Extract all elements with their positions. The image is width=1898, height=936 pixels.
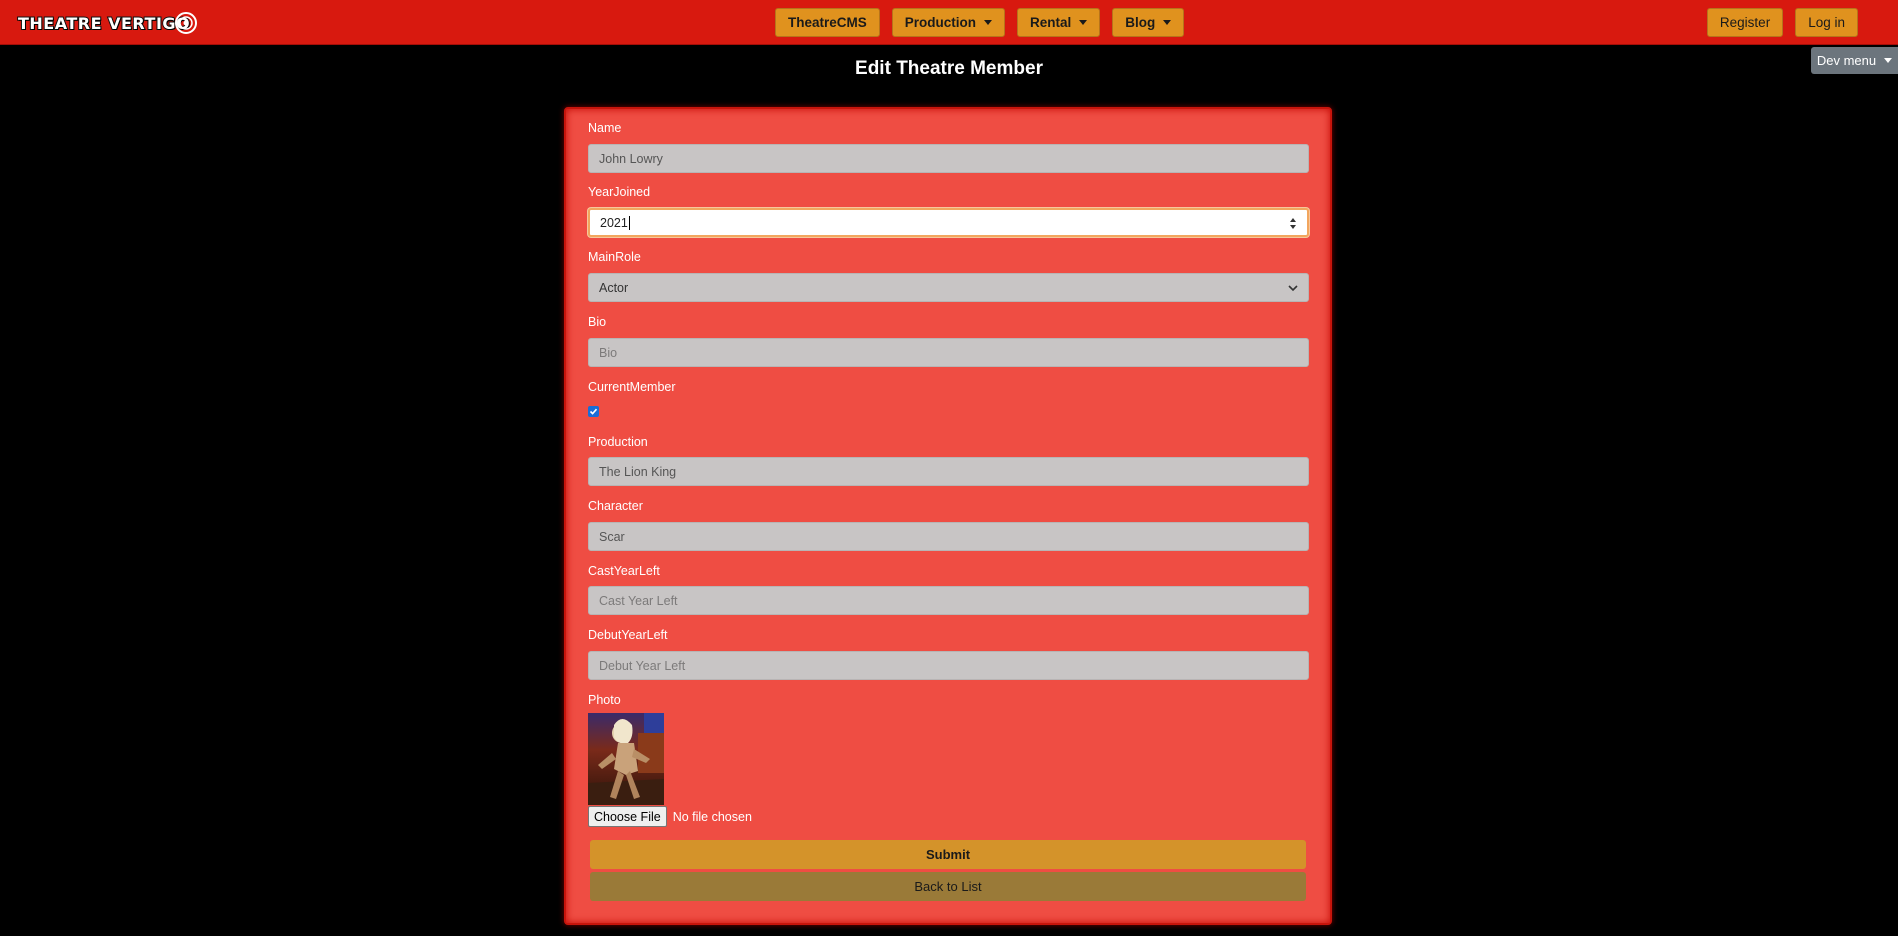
photo-file-picker: Choose File No file chosen <box>588 806 752 827</box>
text-caret <box>628 215 630 230</box>
current-member-checkbox[interactable] <box>588 406 599 417</box>
character-value: Scar <box>599 529 625 544</box>
member-photo-image <box>588 713 664 805</box>
nav-blog-label: Blog <box>1125 15 1156 30</box>
member-photo <box>588 713 664 805</box>
current-member-label: CurrentMember <box>588 380 676 394</box>
bio-input[interactable]: Bio <box>588 338 1309 367</box>
site-logo[interactable]: THEATRE VERTIGO <box>17 9 198 37</box>
number-spinner-icon[interactable] <box>1289 216 1297 231</box>
photo-label: Photo <box>588 693 621 707</box>
nav-production-label: Production <box>904 15 977 30</box>
nav-theatrecms-label: TheatreCMS <box>788 15 867 30</box>
edit-member-form: Name John Lowry YearJoined 2021 MainRole… <box>564 107 1332 925</box>
year-joined-label: YearJoined <box>588 185 651 199</box>
cast-year-left-placeholder: Cast Year Left <box>599 593 678 608</box>
caret-down-icon <box>1079 20 1088 25</box>
production-value: The Lion King <box>599 464 677 479</box>
logo-swirl-icon <box>175 12 198 34</box>
nav-blog-dropdown[interactable]: Blog <box>1112 8 1185 37</box>
logo-text: THEATRE VERTIGO <box>17 13 191 34</box>
no-file-text: No file chosen <box>672 809 752 824</box>
character-label: Character <box>588 499 643 513</box>
name-label: Name <box>588 121 622 135</box>
top-navbar: THEATRE VERTIGO TheatreCMS Production Re… <box>0 0 1898 45</box>
year-joined-input[interactable]: 2021 <box>588 208 1309 237</box>
nav-production-dropdown[interactable]: Production <box>891 8 1006 37</box>
submit-button[interactable]: Submit <box>590 840 1306 869</box>
debut-year-left-label: DebutYearLeft <box>588 628 668 642</box>
main-role-label: MainRole <box>588 250 641 264</box>
bio-placeholder: Bio <box>599 345 618 360</box>
debut-year-left-input[interactable]: Debut Year Left <box>588 651 1309 680</box>
bio-label: Bio <box>588 315 607 329</box>
page-title: Edit Theatre Member <box>855 58 1043 79</box>
character-input[interactable]: Scar <box>588 522 1309 551</box>
nav-rental-label: Rental <box>1030 15 1072 30</box>
back-to-list-button[interactable]: Back to List <box>590 872 1306 901</box>
choose-file-label: Choose File <box>594 809 661 824</box>
main-role-select[interactable]: Actor <box>588 273 1309 302</box>
chevron-down-icon <box>1288 285 1298 292</box>
cast-year-left-input[interactable]: Cast Year Left <box>588 586 1309 615</box>
register-button[interactable]: Register <box>1706 8 1784 37</box>
production-label: Production <box>588 435 648 449</box>
login-label: Log in <box>1808 15 1845 30</box>
name-input-value: John Lowry <box>599 151 663 166</box>
main-nav: TheatreCMS Production Rental Blog <box>775 8 1185 37</box>
checkmark-icon <box>589 408 598 415</box>
register-label: Register <box>1719 15 1771 30</box>
name-input[interactable]: John Lowry <box>588 144 1309 173</box>
login-button[interactable]: Log in <box>1795 8 1858 37</box>
nav-theatrecms[interactable]: TheatreCMS <box>775 8 880 37</box>
submit-label: Submit <box>925 847 971 862</box>
nav-rental-dropdown[interactable]: Rental <box>1017 8 1101 37</box>
auth-nav: Register Log in <box>1706 8 1858 37</box>
caret-down-icon <box>1163 20 1172 25</box>
debut-year-left-placeholder: Debut Year Left <box>599 658 686 673</box>
main-role-value: Actor <box>599 280 629 295</box>
production-input[interactable]: The Lion King <box>588 457 1309 486</box>
back-to-list-label: Back to List <box>914 879 982 894</box>
cast-year-left-label: CastYearLeft <box>588 564 660 578</box>
choose-file-button[interactable]: Choose File <box>588 806 667 827</box>
caret-down-icon <box>984 20 993 25</box>
year-joined-value: 2021 <box>600 215 628 230</box>
